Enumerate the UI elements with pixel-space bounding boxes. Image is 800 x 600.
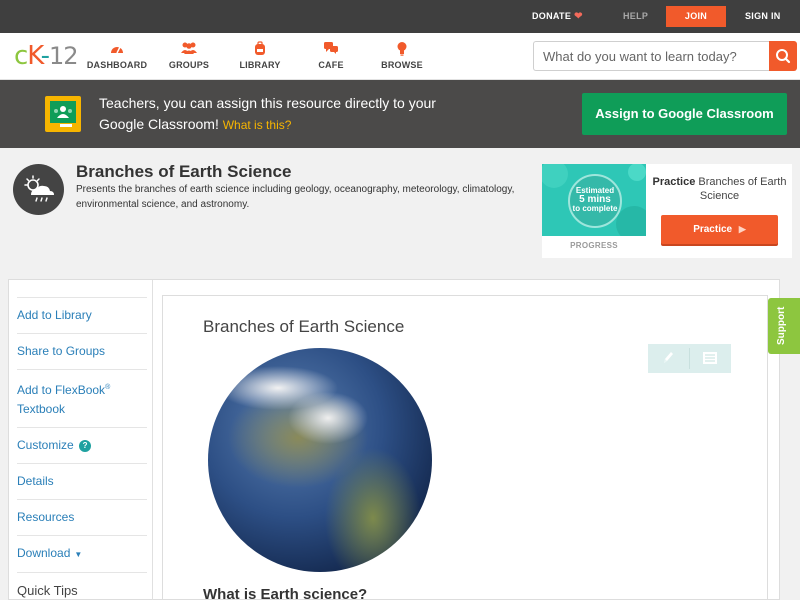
practice-card: Estimated 5 mins to complete PROGRESS Pr… <box>542 164 792 258</box>
nav-cafe-label: CAFE <box>318 60 344 70</box>
practice-button[interactable]: Practice ▶ <box>661 215 778 244</box>
support-tab[interactable]: Support <box>768 298 800 354</box>
nav-browse[interactable]: BROWSE <box>367 41 437 70</box>
earth-globe-image <box>208 348 432 572</box>
logo-c: c <box>14 41 28 71</box>
sidebar-item-customize[interactable]: Customize ? <box>17 427 147 463</box>
library-backpack-icon <box>225 41 295 57</box>
classroom-banner: Teachers, you can assign this resource d… <box>0 80 800 148</box>
sidebar-item-label: Details <box>17 474 54 488</box>
search-button[interactable] <box>769 41 797 71</box>
practice-heading-bold: Practice <box>652 176 696 188</box>
weather-cloud-sun-icon <box>13 164 64 215</box>
what-is-this-link[interactable]: What is this? <box>223 118 292 132</box>
dashboard-gauge-icon <box>82 41 152 57</box>
groups-people-icon <box>154 41 224 57</box>
sidebar-item-details[interactable]: Details <box>17 463 147 499</box>
help-link[interactable]: HELP <box>623 0 648 33</box>
logo-dash: - <box>40 41 50 71</box>
google-classroom-icon <box>45 96 81 132</box>
banner-text: Teachers, you can assign this resource d… <box>99 93 459 136</box>
sidebar-item-share-to-groups[interactable]: Share to Groups <box>17 333 147 369</box>
donate-link[interactable]: DONATE ❤ <box>532 0 583 33</box>
search-input[interactable] <box>533 41 770 71</box>
article-panel: Branches of Earth Science What is Earth … <box>162 295 768 600</box>
sidebar-item-label: Download <box>17 546 71 560</box>
nav-dashboard[interactable]: DASHBOARD <box>82 41 152 70</box>
sidebar-item-add-to-flexbook[interactable]: Add to FlexBook® Textbook <box>17 369 147 427</box>
sidebar-item-resources[interactable]: Resources <box>17 499 147 535</box>
chevron-right-icon: ▶ <box>738 224 746 234</box>
progress-label: PROGRESS <box>570 241 618 250</box>
nav-cafe[interactable]: CAFE <box>296 41 366 70</box>
estimated-time-badge: Estimated 5 mins to complete <box>568 174 622 228</box>
sidebar-item-label: Quick Tips <box>17 583 78 598</box>
article-toolbox <box>648 344 731 373</box>
sidebar-item-label: Customize <box>17 438 74 452</box>
estimated-complete-label: to complete <box>572 204 618 213</box>
sign-in-link[interactable]: SIGN IN <box>745 0 781 33</box>
join-button[interactable]: JOIN <box>666 6 726 27</box>
ck12-logo[interactable]: cK-12 <box>14 41 79 71</box>
logo-k: K <box>27 41 41 71</box>
article-title: Branches of Earth Science <box>203 317 405 336</box>
notes-list-icon[interactable] <box>702 351 718 370</box>
section-heading: What is Earth science? <box>203 586 368 600</box>
resource-title: Branches of Earth Science <box>76 162 292 181</box>
practice-button-label: Practice <box>693 224 733 235</box>
nav-library-label: LIBRARY <box>239 60 281 70</box>
resource-description: Presents the branches of earth science i… <box>76 184 515 210</box>
heart-icon: ❤ <box>574 11 583 22</box>
sidebar-item-label: Share to Groups <box>17 344 106 358</box>
sidebar-item-add-to-library[interactable]: Add to Library <box>17 297 147 333</box>
registered-mark: ® <box>105 384 111 391</box>
toolbox-divider <box>689 348 690 369</box>
top-bar: DONATE ❤ HELP JOIN SIGN IN <box>0 0 800 33</box>
content-area: Add to Library Share to Groups Add to Fl… <box>8 279 780 600</box>
support-label: Support <box>776 306 787 345</box>
sidebar-item-download[interactable]: Download ▼ <box>17 535 147 572</box>
caret-down-icon: ▼ <box>74 550 83 559</box>
cafe-chat-icon <box>296 41 366 57</box>
nav-bar: cK-12 DASHBOARD GROUPS LIBRARY CAFE BROW… <box>0 33 800 80</box>
practice-thumbnail[interactable]: Estimated 5 mins to complete <box>542 164 646 236</box>
sidebar-item-quick-tips[interactable]: Quick Tips <box>17 572 147 600</box>
sidebar-item-label: Resources <box>17 510 75 524</box>
practice-heading-topic: Branches of Earth Science <box>695 176 787 202</box>
sidebar-item-label: Add to Library <box>17 308 92 322</box>
sidebar-divider <box>152 280 153 600</box>
search-icon <box>776 49 791 64</box>
sidebar: Add to Library Share to Groups Add to Fl… <box>17 297 147 600</box>
nav-groups-label: GROUPS <box>168 60 210 70</box>
pencil-edit-icon[interactable] <box>661 350 675 371</box>
nav-library[interactable]: LIBRARY <box>225 41 295 70</box>
nav-groups[interactable]: GROUPS <box>154 41 224 70</box>
donate-label: DONATE <box>532 11 572 21</box>
sidebar-item-label-line2: Textbook <box>17 402 66 416</box>
assign-to-google-classroom-button[interactable]: Assign to Google Classroom <box>582 93 787 135</box>
nav-browse-label: BROWSE <box>381 60 423 70</box>
sidebar-item-label: Add to FlexBook <box>17 383 106 397</box>
nav-dashboard-label: DASHBOARD <box>86 60 148 70</box>
help-question-icon[interactable]: ? <box>79 440 92 452</box>
logo-12: 12 <box>49 42 79 70</box>
browse-lightbulb-icon <box>367 41 437 57</box>
estimated-mins: 5 mins <box>579 194 611 205</box>
practice-heading: Practice Branches of Earth Science <box>652 175 787 203</box>
